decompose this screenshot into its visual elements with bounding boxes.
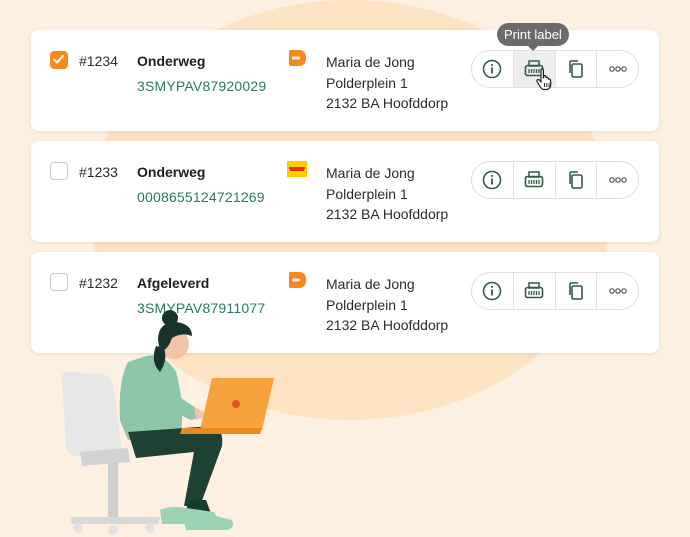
order-status: Afgeleverd [137, 275, 210, 291]
order-status: Onderweg [137, 53, 206, 69]
order-row[interactable]: #1233 Onderweg 0008655124721269 Maria de… [31, 141, 659, 242]
more-button[interactable] [597, 162, 638, 198]
shipping-address: Maria de Jong Polderplein 1 2132 BA Hoof… [326, 163, 448, 225]
copy-icon [569, 60, 583, 78]
postnl-logo-icon [289, 50, 306, 66]
copy-button[interactable] [556, 162, 598, 198]
order-number: #1234 [79, 53, 118, 69]
info-button[interactable] [472, 51, 514, 87]
info-circle-icon [483, 170, 502, 190]
postal-city: 2132 BA Hoofddorp [326, 206, 449, 222]
order-number: #1233 [79, 164, 118, 180]
action-group [471, 50, 639, 88]
copy-icon [569, 282, 583, 300]
recipient-name: Maria de Jong [326, 54, 415, 70]
street: Polderplein 1 [326, 185, 408, 202]
street: Polderplein 1 [326, 296, 408, 313]
recipient-name: Maria de Jong [326, 276, 415, 292]
order-checkbox[interactable] [50, 51, 68, 69]
order-number: #1232 [79, 275, 118, 291]
print-label-tooltip: Print label [497, 23, 569, 51]
print-label-button[interactable] [514, 162, 556, 198]
print-label-button[interactable] [514, 273, 556, 309]
tracking-number[interactable]: 0008655124721269 [137, 189, 265, 205]
order-checkbox[interactable] [50, 162, 68, 180]
person-laptop-illustration [61, 310, 274, 535]
hand-cursor-icon [536, 68, 552, 91]
more-button[interactable] [597, 51, 638, 87]
postnl-logo-icon [289, 272, 306, 288]
postal-city: 2132 BA Hoofddorp [326, 317, 449, 333]
shipping-address: Maria de Jong Polderplein 1 2132 BA Hoof… [326, 274, 448, 336]
copy-button[interactable] [556, 51, 598, 87]
recipient-name: Maria de Jong [326, 165, 415, 181]
info-button[interactable] [472, 162, 514, 198]
order-status: Onderweg [137, 164, 206, 180]
info-circle-icon [483, 59, 502, 79]
copy-icon [569, 171, 583, 189]
action-group [471, 272, 639, 310]
printer-icon [524, 282, 544, 299]
order-row[interactable]: #1234 Onderweg 3SMYPAV87920029 Maria de … [31, 30, 659, 131]
more-dots-icon [608, 177, 627, 183]
more-dots-icon [608, 288, 627, 294]
checkmark-icon [53, 55, 64, 64]
postal-city: 2132 BA Hoofddorp [326, 95, 449, 111]
dhl-logo-icon [287, 161, 307, 177]
order-checkbox[interactable] [50, 273, 68, 291]
action-group [471, 161, 639, 199]
more-button[interactable] [597, 273, 638, 309]
info-button[interactable] [472, 273, 514, 309]
printer-icon [524, 171, 544, 188]
copy-button[interactable] [556, 273, 598, 309]
info-circle-icon [483, 281, 502, 301]
shipping-address: Maria de Jong Polderplein 1 2132 BA Hoof… [326, 52, 448, 114]
tracking-number[interactable]: 3SMYPAV87920029 [137, 78, 266, 94]
more-dots-icon [608, 66, 627, 72]
street: Polderplein 1 [326, 74, 408, 91]
